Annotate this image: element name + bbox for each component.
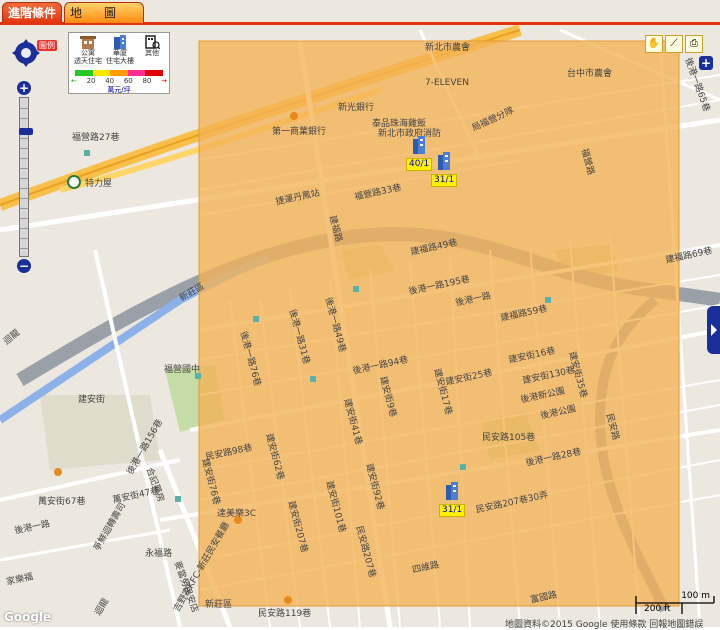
zoom-in-button[interactable]: + — [17, 81, 31, 95]
transaction-marker[interactable]: 31/1 — [439, 482, 466, 517]
marker-price: 40/1 — [406, 158, 433, 171]
tower-icon — [413, 136, 426, 154]
scale-swatch-2 — [92, 70, 111, 76]
zoom-out-button[interactable]: − — [17, 259, 31, 273]
scale-swatch-5 — [145, 70, 163, 76]
scale-swatch-4 — [127, 70, 146, 76]
map-label: 民安路105巷 — [482, 433, 536, 443]
tab-map[interactable]: 地圖 — [64, 2, 145, 23]
tab-advanced-conditions[interactable]: 進階條件 — [2, 2, 63, 23]
legend-category-apartment: 公寓 透天住宅 — [73, 35, 103, 65]
pan-down-icon — [21, 60, 31, 67]
tab-map-label: 地圖 — [70, 6, 139, 20]
zoom-control: + − — [17, 81, 33, 273]
price-legend: 公寓 透天住宅 華廈 住宅大樓 其他 ← 20 40 60 80 → 萬元/坪 — [68, 32, 170, 94]
map-label: 新莊區 — [205, 600, 233, 610]
scale-swatch-3 — [110, 70, 128, 76]
tab-bar: 進階條件 地圖 — [2, 2, 146, 24]
map-label: 建安街 — [78, 395, 106, 405]
transaction-marker[interactable]: 40/1 — [406, 136, 433, 171]
map-label: 永福路 — [145, 549, 173, 559]
map-label: 特力屋 — [85, 179, 113, 189]
map-label: 達美樂3C — [217, 509, 257, 519]
map-toolbar: ✋ ⟋ ⎙ — [645, 35, 705, 53]
pan-left-icon — [12, 48, 19, 58]
map-label: 福營路27巷 — [72, 133, 120, 143]
measure-ruler-icon[interactable]: ⟋ — [665, 35, 683, 53]
price-scale-ticks: ← 20 40 60 80 → — [71, 77, 167, 85]
map-label: 福營國中 — [164, 365, 201, 375]
marker-price: 31/1 — [439, 504, 466, 517]
side-panel-toggle[interactable] — [707, 306, 720, 354]
hand-pan-icon[interactable]: ✋ — [645, 35, 663, 53]
map-label: 民安路119巷 — [258, 609, 312, 619]
price-color-scale — [75, 70, 163, 76]
scale-imperial: 200 ft — [644, 604, 671, 614]
map-label: 新北市農會 — [425, 43, 471, 53]
google-logo: Google — [4, 610, 52, 624]
legend-category-label: 其他 — [145, 49, 159, 57]
map-credits[interactable]: 地圖資料©2015 Google 使用條款 回報地圖錯誤 — [505, 617, 703, 630]
pan-up-icon — [21, 39, 31, 46]
map-label: 7-ELEVEN — [425, 78, 469, 88]
tower-icon — [114, 35, 126, 49]
legend-badge[interactable]: 圖例 — [37, 40, 57, 51]
map-label: 新光銀行 — [338, 103, 375, 113]
tower-icon — [438, 152, 451, 170]
transaction-marker[interactable]: 31/1 — [431, 152, 458, 187]
scale-arrow-left: ← — [71, 77, 77, 85]
zoom-slider-thumb[interactable] — [19, 128, 33, 135]
map-label: 台中市農會 — [567, 69, 613, 79]
print-icon[interactable]: ⎙ — [685, 35, 703, 53]
legend-category-other: 其他 — [137, 35, 167, 57]
tower-icon — [446, 482, 459, 500]
other-building-icon — [145, 35, 160, 49]
scale-tick: 20 — [86, 77, 96, 85]
scale-tick: 60 — [123, 77, 133, 85]
scale-arrow-right: → — [161, 77, 167, 85]
marker-price: 31/1 — [431, 174, 458, 187]
legend-category-label: 公寓 透天住宅 — [74, 49, 102, 65]
expand-panel-button[interactable]: + — [699, 56, 713, 70]
apartment-icon — [80, 36, 96, 49]
legend-category-tower: 華廈 住宅大樓 — [105, 35, 135, 65]
map-scale-bar: 100 m 200 ft — [634, 591, 716, 616]
scale-swatch-1 — [75, 70, 93, 76]
price-unit: 萬元/坪 — [107, 86, 131, 94]
scale-metric: 100 m — [681, 591, 710, 601]
map-label: 第一商業銀行 — [272, 127, 327, 137]
scale-tick: 40 — [105, 77, 115, 85]
scale-tick: 80 — [142, 77, 152, 85]
map-label: 萬安街67巷 — [38, 497, 86, 507]
legend-category-label: 華廈 住宅大樓 — [106, 49, 134, 65]
zoom-slider-track[interactable] — [19, 97, 33, 257]
